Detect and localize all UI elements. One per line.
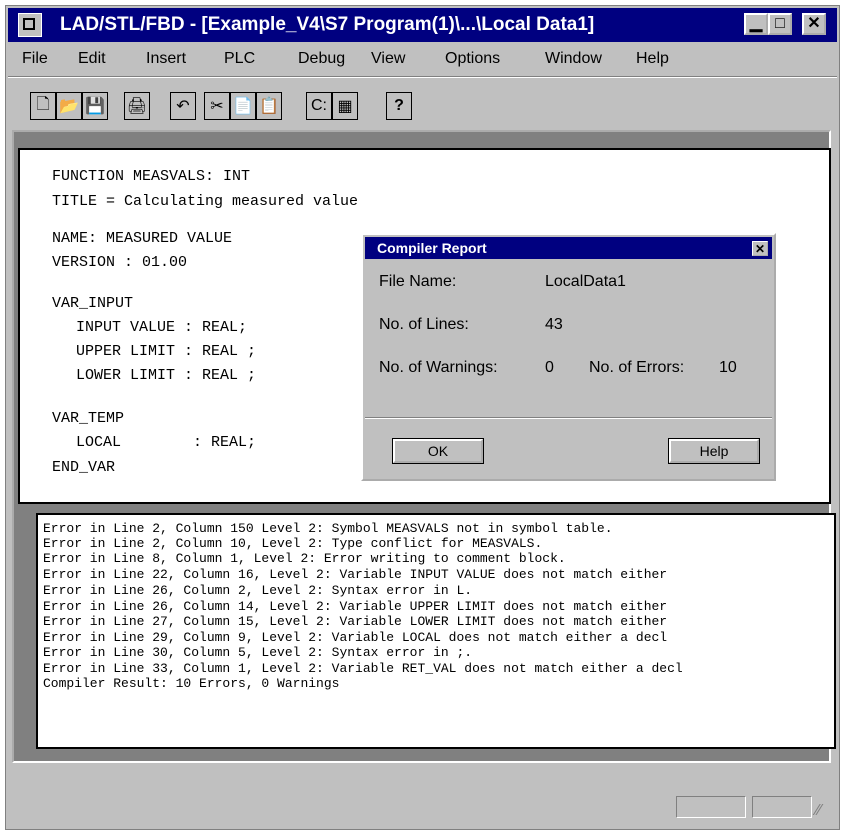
output-line: Error in Line 8, Column 1, Level 2: Erro… — [43, 551, 566, 566]
status-panel — [752, 796, 812, 818]
minimize-button[interactable]: ▁ — [744, 13, 768, 35]
code-line: VERSION : 01.00 — [52, 254, 188, 271]
dialog-separator — [365, 417, 772, 419]
resize-grip-icon[interactable]: ⁄⁄ — [816, 802, 821, 820]
lines-label: No. of Lines: — [379, 316, 469, 333]
output-line: Error in Line 33, Column 1, Level 2: Var… — [43, 661, 683, 676]
output-line: Error in Line 29, Column 9, Level 2: Var… — [43, 630, 668, 645]
code-line: VAR_INPUT — [52, 295, 134, 312]
compiler-result-line: Compiler Result: 10 Errors, 0 Warnings — [43, 676, 340, 691]
open-icon[interactable]: 📂 — [56, 92, 82, 120]
code-line: INPUT VALUE : REAL; — [58, 319, 248, 336]
output-line: Error in Line 27, Column 15, Level 2: Va… — [43, 614, 668, 629]
output-line: Error in Line 22, Column 16, Level 2: Va… — [43, 567, 668, 582]
menu-file[interactable]: File — [22, 50, 48, 68]
application-window: LAD/STL/FBD - [Example_V4\S7 Program(1)\… — [5, 5, 840, 830]
code-line: LOCAL : REAL; — [58, 434, 257, 451]
lines-value: 43 — [545, 316, 563, 333]
output-line: Error in Line 2, Column 150 Level 2: Sym… — [43, 521, 613, 536]
window-title: LAD/STL/FBD - [Example_V4\S7 Program(1)\… — [60, 14, 595, 35]
menu-view[interactable]: View — [371, 50, 405, 68]
status-bar: ⁄⁄ — [8, 766, 837, 826]
menu-options[interactable]: Options — [445, 50, 500, 68]
code-line: END_VAR — [52, 459, 116, 476]
output-line: Error in Line 2, Column 10, Level 2: Typ… — [43, 536, 543, 551]
undo-icon[interactable]: ↶ — [170, 92, 196, 120]
warnings-value: 0 — [545, 359, 554, 376]
dialog-title: Compiler Report — [377, 240, 487, 256]
code-line: UPPER LIMIT : REAL ; — [58, 343, 257, 360]
compiler-output[interactable]: Error in Line 2, Column 150 Level 2: Sym… — [36, 513, 836, 749]
code-line: VAR_TEMP — [52, 410, 125, 427]
output-line: Error in Line 30, Column 5, Level 2: Syn… — [43, 645, 473, 660]
menu-separator — [8, 76, 837, 78]
code-line: TITLE = Calculating measured value — [52, 193, 359, 210]
copy-icon[interactable]: 📄 — [230, 92, 256, 120]
help-button[interactable]: Help — [668, 438, 760, 464]
code-line: NAME: MEASURED VALUE — [52, 230, 233, 247]
status-panel — [676, 796, 746, 818]
warnings-label: No. of Warnings: — [379, 359, 498, 376]
app-icon[interactable] — [18, 13, 42, 37]
menu-debug[interactable]: Debug — [298, 50, 345, 68]
menu-bar: File Edit Insert PLC Debug View Options … — [8, 46, 837, 72]
dialog-title-bar[interactable]: Compiler Report ✕ — [365, 237, 772, 259]
compile-icon[interactable]: C: — [306, 92, 332, 120]
code-line: LOWER LIMIT : REAL ; — [58, 367, 257, 384]
file-name-label: File Name: — [379, 273, 457, 290]
download-icon[interactable]: ▦ — [332, 92, 358, 120]
toolbar: 🗋 📂 💾 🖨 ↶ ✂ 📄 📋 C: ▦ ? — [8, 84, 837, 128]
errors-label: No. of Errors: — [589, 359, 685, 376]
output-line: Error in Line 26, Column 14, Level 2: Va… — [43, 599, 668, 614]
output-line: Error in Line 26, Column 2, Level 2: Syn… — [43, 583, 473, 598]
compiler-report-dialog: Compiler Report ✕ File Name: LocalData1 … — [361, 233, 776, 481]
menu-help[interactable]: Help — [636, 50, 669, 68]
menu-insert[interactable]: Insert — [146, 50, 186, 68]
errors-value: 10 — [719, 359, 737, 376]
maximize-button[interactable]: □ — [768, 13, 792, 35]
file-name-value: LocalData1 — [545, 273, 626, 290]
ok-button[interactable]: OK — [392, 438, 484, 464]
paste-icon[interactable]: 📋 — [256, 92, 282, 120]
print-icon[interactable]: 🖨 — [124, 92, 150, 120]
close-button[interactable]: ✕ — [802, 13, 826, 35]
new-icon[interactable]: 🗋 — [30, 92, 56, 120]
menu-plc[interactable]: PLC — [224, 50, 255, 68]
dialog-close-button[interactable]: ✕ — [752, 241, 768, 256]
title-bar[interactable]: LAD/STL/FBD - [Example_V4\S7 Program(1)\… — [8, 8, 837, 42]
menu-window[interactable]: Window — [545, 50, 602, 68]
code-line: FUNCTION MEASVALS: INT — [52, 168, 251, 185]
menu-edit[interactable]: Edit — [78, 50, 106, 68]
cut-icon[interactable]: ✂ — [204, 92, 230, 120]
help-icon[interactable]: ? — [386, 92, 412, 120]
save-icon[interactable]: 💾 — [82, 92, 108, 120]
